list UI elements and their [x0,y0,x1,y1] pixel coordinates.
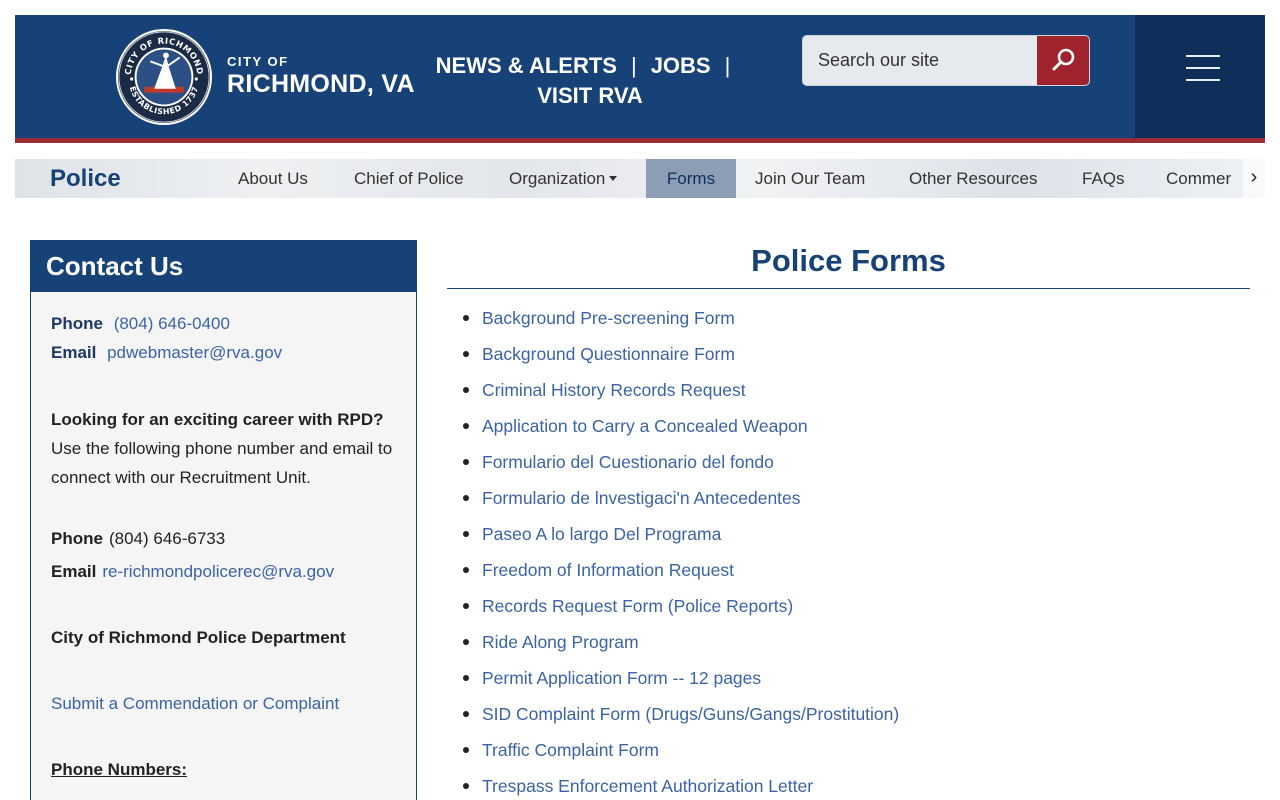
subnav-item-forms[interactable]: Forms [646,159,736,198]
site-search [802,35,1090,86]
list-item: Records Request Form (Police Reports) [462,588,899,624]
email-label: Email [51,343,97,362]
list-item: Traffic Complaint Form [462,732,899,768]
recruit-email-row: Email re-richmondpolicerec@rva.gov [51,562,334,582]
subnav-item-organization[interactable]: Organization [499,159,627,198]
list-item: Permit Application Form -- 12 pages [462,660,899,696]
contact-email-row: Email pdwebmaster@rva.gov [51,343,282,363]
list-item: Formulario de lnvestigaci'n Antecedentes [462,480,899,516]
city-seal-logo[interactable]: CITY OF RICHMOND ESTABLISHED 1737 [115,28,213,126]
list-item: Ride Along Program [462,624,899,660]
list-item: Background Questionnaire Form [462,336,899,372]
forms-list: Background Pre-screening Form Background… [462,300,899,800]
email-link[interactable]: pdwebmaster@rva.gov [107,343,282,362]
link-separator: | [724,53,731,78]
form-link[interactable]: Trespass Enforcement Authorization Lette… [482,776,813,796]
hamburger-menu-icon[interactable] [1186,55,1220,81]
list-item: Background Pre-screening Form [462,300,899,336]
subnav-item-commendations[interactable]: Commer [1156,159,1241,198]
career-paragraph: Looking for an exciting career with RPD?… [51,405,401,492]
list-item: Paseo A lo largo Del Programa [462,516,899,552]
dropdown-caret-icon [609,175,618,181]
police-subnav: Police About Us Chief of Police Organiza… [15,159,1265,198]
site-header: CITY OF RICHMOND ESTABLISHED 1737 CITY O… [15,15,1265,143]
form-link[interactable]: SID Complaint Form (Drugs/Guns/Gangs/Pro… [482,704,899,724]
contact-phone-row: Phone (804) 646-0400 [51,314,230,334]
contact-sidebar: Contact Us Phone (804) 646-0400 Email pd… [30,240,417,800]
form-link[interactable]: Application to Carry a Concealed Weapon [482,416,808,436]
career-text: Use the following phone number and email… [51,439,393,487]
recruit-phone: (804) 646-6733 [108,529,226,548]
list-item: Formulario del Cuestionario del fondo [462,444,899,480]
form-link[interactable]: Background Pre-screening Form [482,308,735,328]
chevron-right-icon[interactable]: › [1243,159,1265,198]
subnav-item-label: Organization [509,169,606,188]
subnav-title[interactable]: Police [50,165,121,193]
career-heading: Looking for an exciting career with RPD? [51,410,384,429]
form-link[interactable]: Paseo A lo largo Del Programa [482,524,721,544]
subnav-item-other-resources[interactable]: Other Resources [899,159,1048,198]
menu-block [1135,15,1265,138]
recruit-email-label: Email [51,562,97,581]
subnav-item-join-our-team[interactable]: Join Our Team [745,159,875,198]
visit-rva-link[interactable]: VISIT RVA [537,83,643,108]
subnav-item-faqs[interactable]: FAQs [1072,159,1135,198]
form-link[interactable]: Formulario de lnvestigaci'n Antecedentes [482,488,801,508]
search-button[interactable] [1037,36,1089,85]
form-link[interactable]: Traffic Complaint Form [482,740,659,760]
sidebar-title: Contact Us [31,241,416,292]
phone-label: Phone [51,314,103,333]
commendation-complaint-link[interactable]: Submit a Commendation or Complaint [51,694,339,714]
form-link[interactable]: Permit Application Form -- 12 pages [482,668,761,688]
subnav-item-about-us[interactable]: About Us [228,159,318,198]
recruit-phone-row: Phone (804) 646-6733 [51,529,225,549]
form-link[interactable]: Background Questionnaire Form [482,344,735,364]
news-alerts-link[interactable]: NEWS & ALERTS [436,53,617,78]
phone-link[interactable]: (804) 646-0400 [114,314,230,333]
search-input[interactable] [803,36,1037,85]
list-item: Trespass Enforcement Authorization Lette… [462,768,899,800]
recruit-email-link[interactable]: re-richmondpolicerec@rva.gov [102,562,334,581]
jobs-link[interactable]: JOBS [651,53,711,78]
list-item: Application to Carry a Concealed Weapon [462,408,899,444]
title-divider [447,288,1250,289]
list-item: Freedom of Information Request [462,552,899,588]
form-link[interactable]: Records Request Form (Police Reports) [482,596,793,616]
header-links: NEWS & ALERTS | JOBS | VISIT RVA [425,51,755,111]
form-link[interactable]: Formulario del Cuestionario del fondo [482,452,774,472]
city-name[interactable]: RICHMOND, VA [227,70,415,99]
list-item: SID Complaint Form (Drugs/Guns/Gangs/Pro… [462,696,899,732]
subnav-item-chief-of-police[interactable]: Chief of Police [344,159,474,198]
link-separator: | [630,53,637,78]
form-link[interactable]: Freedom of Information Request [482,560,734,580]
city-of-label: CITY OF [227,54,289,69]
page-title: Police Forms [751,243,946,278]
list-item: Criminal History Records Request [462,372,899,408]
form-link[interactable]: Criminal History Records Request [482,380,746,400]
department-name: City of Richmond Police Department [51,628,346,647]
phone-numbers-heading: Phone Numbers: [51,760,188,779]
recruit-phone-label: Phone [51,529,103,548]
form-link[interactable]: Ride Along Program [482,632,639,652]
search-icon [1052,48,1075,71]
